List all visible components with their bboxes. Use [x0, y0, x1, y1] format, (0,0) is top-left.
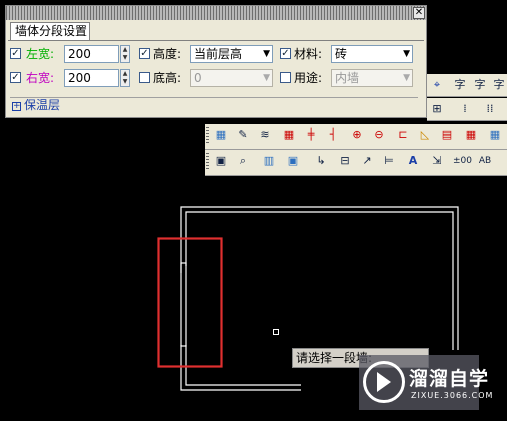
watermark-url: ZIXUE.3066.COM	[411, 391, 494, 400]
highlight-box	[157, 237, 223, 368]
cursor-pickbox	[273, 329, 279, 335]
watermark-logo: 溜溜自学 ZIXUE.3066.COM	[359, 355, 492, 410]
watermark-title: 溜溜自学	[409, 368, 490, 390]
wall-lower-inner	[185, 345, 301, 386]
selected-wall-segment	[180, 262, 187, 347]
wall-inner	[185, 211, 454, 350]
play-icon	[377, 372, 391, 392]
